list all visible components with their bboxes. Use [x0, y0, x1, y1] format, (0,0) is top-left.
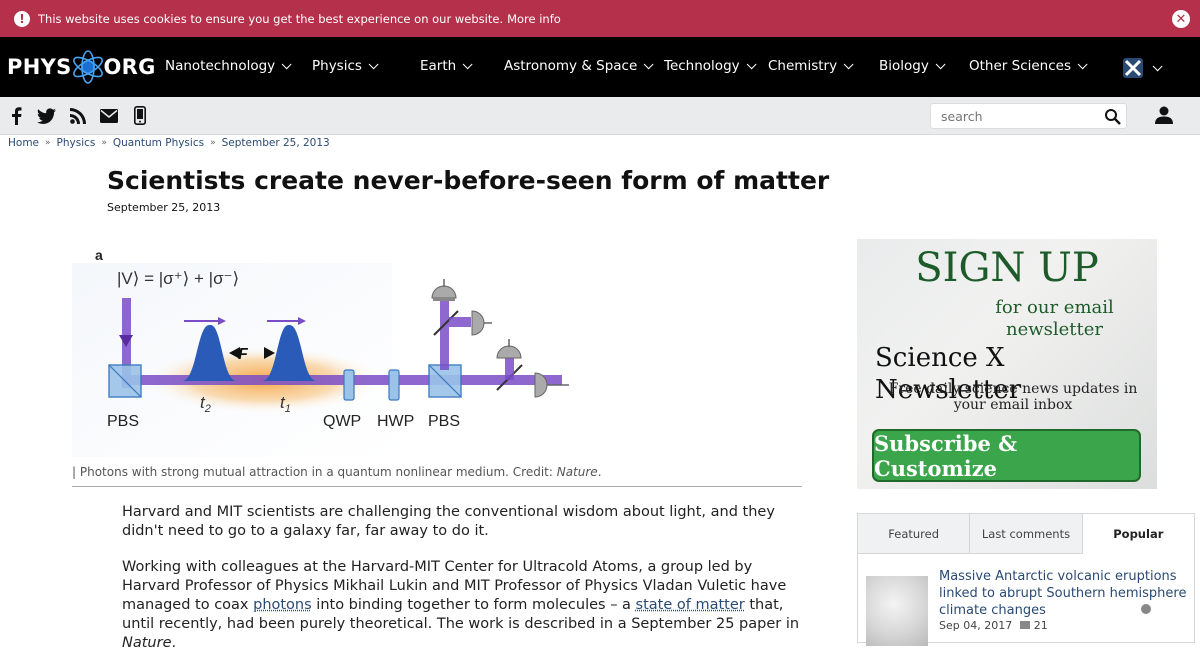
- search-box: [930, 103, 1127, 129]
- ad-free-updates: Free daily science news updates in your …: [888, 381, 1138, 413]
- close-icon[interactable]: ✕: [1172, 10, 1190, 28]
- article-paragraph-1: Harvard and MIT scientists are challengi…: [122, 504, 775, 539]
- polarization-formula: |V⟩ = |σ⁺⟩ + |σ⁻⟩: [117, 269, 239, 288]
- breadcrumb-quantum-physics[interactable]: Quantum Physics: [113, 137, 204, 149]
- cookie-message: This website uses cookies to ensure you …: [38, 11, 504, 26]
- breadcrumb-date[interactable]: September 25, 2013: [222, 137, 330, 149]
- link-state-of-matter[interactable]: state of matter: [636, 597, 745, 613]
- ad-signup-heading: SIGN UP: [915, 245, 1099, 291]
- link-photons[interactable]: photons: [253, 597, 312, 613]
- alert-icon: !: [14, 10, 30, 27]
- comment-count: 21: [1033, 619, 1048, 632]
- nav-item-other-sciences[interactable]: Other Sciences: [969, 58, 1088, 74]
- time-subscript-1: 1: [285, 403, 291, 415]
- chevron-down-icon: [462, 59, 473, 70]
- breadcrumb-separator-icon: »: [210, 138, 216, 148]
- component-label-qwp: QWP: [323, 413, 361, 430]
- cookie-more-info-link[interactable]: More info: [507, 12, 561, 26]
- breadcrumb: Home » Physics » Quantum Physics » Septe…: [8, 137, 330, 149]
- article-thumbnail[interactable]: [866, 576, 928, 646]
- rss-icon[interactable]: [68, 106, 87, 125]
- breadcrumb-physics[interactable]: Physics: [57, 137, 96, 149]
- breadcrumb-separator-icon: »: [45, 138, 51, 148]
- chevron-down-icon: [368, 59, 379, 70]
- tab-popular[interactable]: Popular: [1082, 514, 1194, 554]
- list-item-date-line: Sep 04, 2017 21: [939, 602, 1189, 634]
- comments-icon: [1019, 621, 1030, 629]
- news-tabs-widget: Featured Last comments Popular Massive A…: [857, 513, 1195, 646]
- nav-item-biology[interactable]: Biology: [879, 58, 946, 74]
- caption-divider: [72, 486, 802, 487]
- panel-label: a: [95, 247, 103, 263]
- force-label: F: [238, 346, 249, 363]
- chevron-down-icon: [1152, 60, 1163, 71]
- logo-text-left: PHYS: [7, 55, 72, 79]
- science-x-menu[interactable]: [1122, 57, 1163, 79]
- article-figure[interactable]: a |V⟩ = |σ⁺⟩ + |σ⁻⟩ F t2 t1 PBS QWP HWP …: [72, 243, 572, 457]
- site-logo[interactable]: PHYS ORG: [7, 49, 156, 85]
- newsletter-ad[interactable]: SIGN UP for our email newsletter Science…: [857, 239, 1157, 489]
- article-paragraph-2: Working with colleagues at the Harvard-M…: [122, 559, 800, 651]
- atom-icon: [72, 50, 103, 84]
- top-navigation: PHYS ORG Nanotechnology Physics Earth As…: [0, 37, 1200, 97]
- facebook-icon[interactable]: [6, 106, 25, 125]
- nav-item-physics[interactable]: Physics: [312, 58, 379, 74]
- photon-experiment-diagram: a |V⟩ = |σ⁺⟩ + |σ⁻⟩ F t2 t1 PBS QWP HWP …: [72, 247, 569, 457]
- nav-item-technology[interactable]: Technology: [664, 58, 757, 74]
- email-icon[interactable]: [99, 106, 118, 125]
- nav-item-astronomy-space[interactable]: Astronomy & Space: [504, 58, 654, 74]
- social-links: [6, 106, 149, 125]
- list-item-date: Sep 04, 2017: [939, 619, 1013, 632]
- search-input[interactable]: [931, 104, 1101, 128]
- component-label-hwp: HWP: [377, 413, 414, 430]
- article-date: September 25, 2013: [107, 201, 221, 214]
- user-account-icon[interactable]: [1154, 105, 1174, 125]
- tab-featured[interactable]: Featured: [858, 514, 971, 553]
- ad-for-email: for our email newsletter: [995, 297, 1114, 340]
- figure-caption: | Photons with strong mutual attraction …: [72, 465, 602, 479]
- twitter-icon[interactable]: [37, 106, 56, 125]
- chevron-down-icon: [281, 59, 292, 70]
- time-subscript-2: 2: [204, 403, 211, 415]
- chevron-down-icon: [643, 59, 654, 70]
- chevron-down-icon: [1077, 59, 1088, 70]
- toolbar: [0, 97, 1200, 135]
- logo-text-right: ORG: [103, 55, 156, 79]
- chevron-down-icon: [843, 59, 854, 70]
- breadcrumb-home[interactable]: Home: [8, 137, 39, 149]
- article-title: Scientists create never-before-seen form…: [107, 166, 830, 195]
- chevron-down-icon: [935, 59, 946, 70]
- widget-tabs: Featured Last comments Popular: [858, 514, 1194, 554]
- search-icon[interactable]: [1104, 108, 1122, 126]
- nav-item-earth[interactable]: Earth: [420, 58, 473, 74]
- science-x-icon: [1123, 58, 1143, 78]
- breadcrumb-separator-icon: »: [101, 138, 107, 148]
- nav-item-chemistry[interactable]: Chemistry: [768, 58, 854, 74]
- cookie-bar: ! This website uses cookies to ensure yo…: [0, 0, 1200, 37]
- component-label-pbs-2: PBS: [428, 413, 460, 430]
- chevron-down-icon: [746, 59, 757, 70]
- mobile-icon[interactable]: [130, 106, 149, 125]
- tab-last-comments[interactable]: Last comments: [970, 514, 1083, 553]
- component-label-pbs-1: PBS: [107, 413, 139, 430]
- nav-item-nanotechnology[interactable]: Nanotechnology: [165, 58, 292, 74]
- article-body: Harvard and MIT scientists are challengi…: [122, 503, 802, 670]
- subscribe-button[interactable]: Subscribe & Customize: [872, 429, 1141, 482]
